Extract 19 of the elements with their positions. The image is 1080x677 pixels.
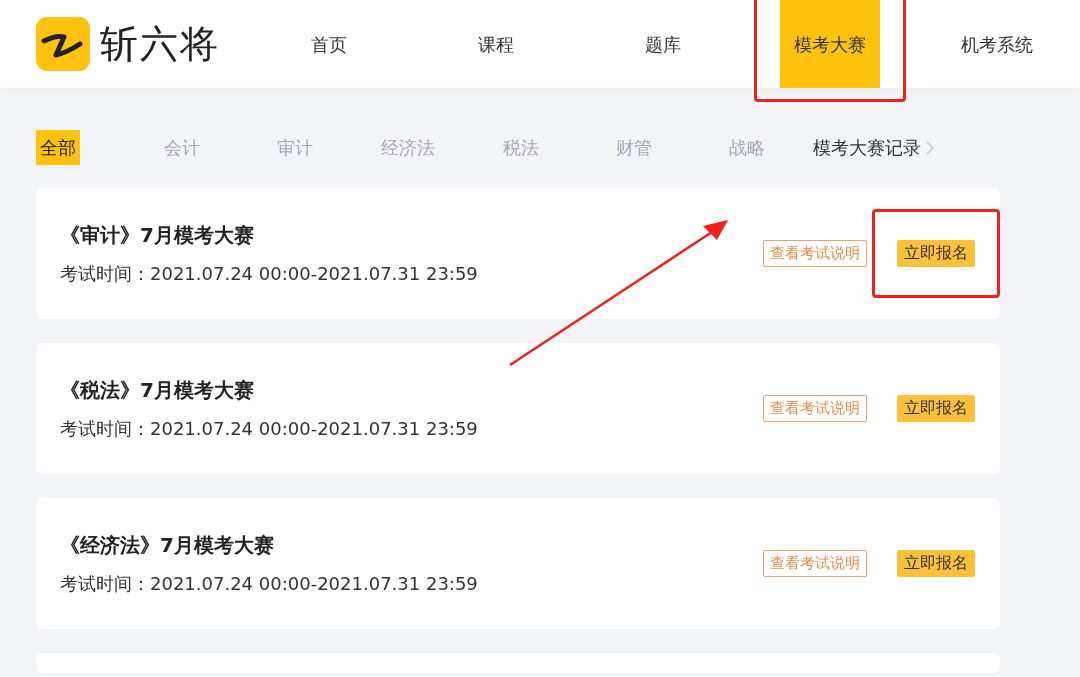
signup-button[interactable]: 立即报名 <box>897 550 975 577</box>
nav-tab[interactable]: 首页 <box>296 0 361 88</box>
signup-button[interactable]: 立即报名 <box>897 240 975 267</box>
nav-tab[interactable]: 题库 <box>630 0 695 88</box>
contest-title: 《税法》7月模考大赛 <box>60 377 255 404</box>
exam-time: 考试时间：2021.07.24 00:00-2021.07.31 23:59 <box>60 262 479 286</box>
logo-icon <box>36 17 90 71</box>
nav-tab[interactable]: 课程 <box>463 0 528 88</box>
contest-title: 《审计》7月模考大赛 <box>60 222 255 249</box>
exam-time: 考试时间：2021.07.24 00:00-2021.07.31 23:59 <box>60 417 479 441</box>
signup-button[interactable]: 立即报名 <box>897 395 975 422</box>
nav-tab[interactable]: 模考大赛 <box>779 0 880 88</box>
contest-title: 《经济法》7月模考大赛 <box>60 532 275 559</box>
brand-name[interactable]: 斩六将 <box>100 25 220 63</box>
records-link[interactable]: 模考大赛记录 <box>813 134 921 161</box>
exam-time: 考试时间：2021.07.24 00:00-2021.07.31 23:59 <box>60 572 479 596</box>
chevron-right-icon <box>925 139 935 156</box>
filter-tab[interactable]: 全部 <box>36 130 80 165</box>
nav-tab[interactable]: 机考系统 <box>946 0 1047 88</box>
